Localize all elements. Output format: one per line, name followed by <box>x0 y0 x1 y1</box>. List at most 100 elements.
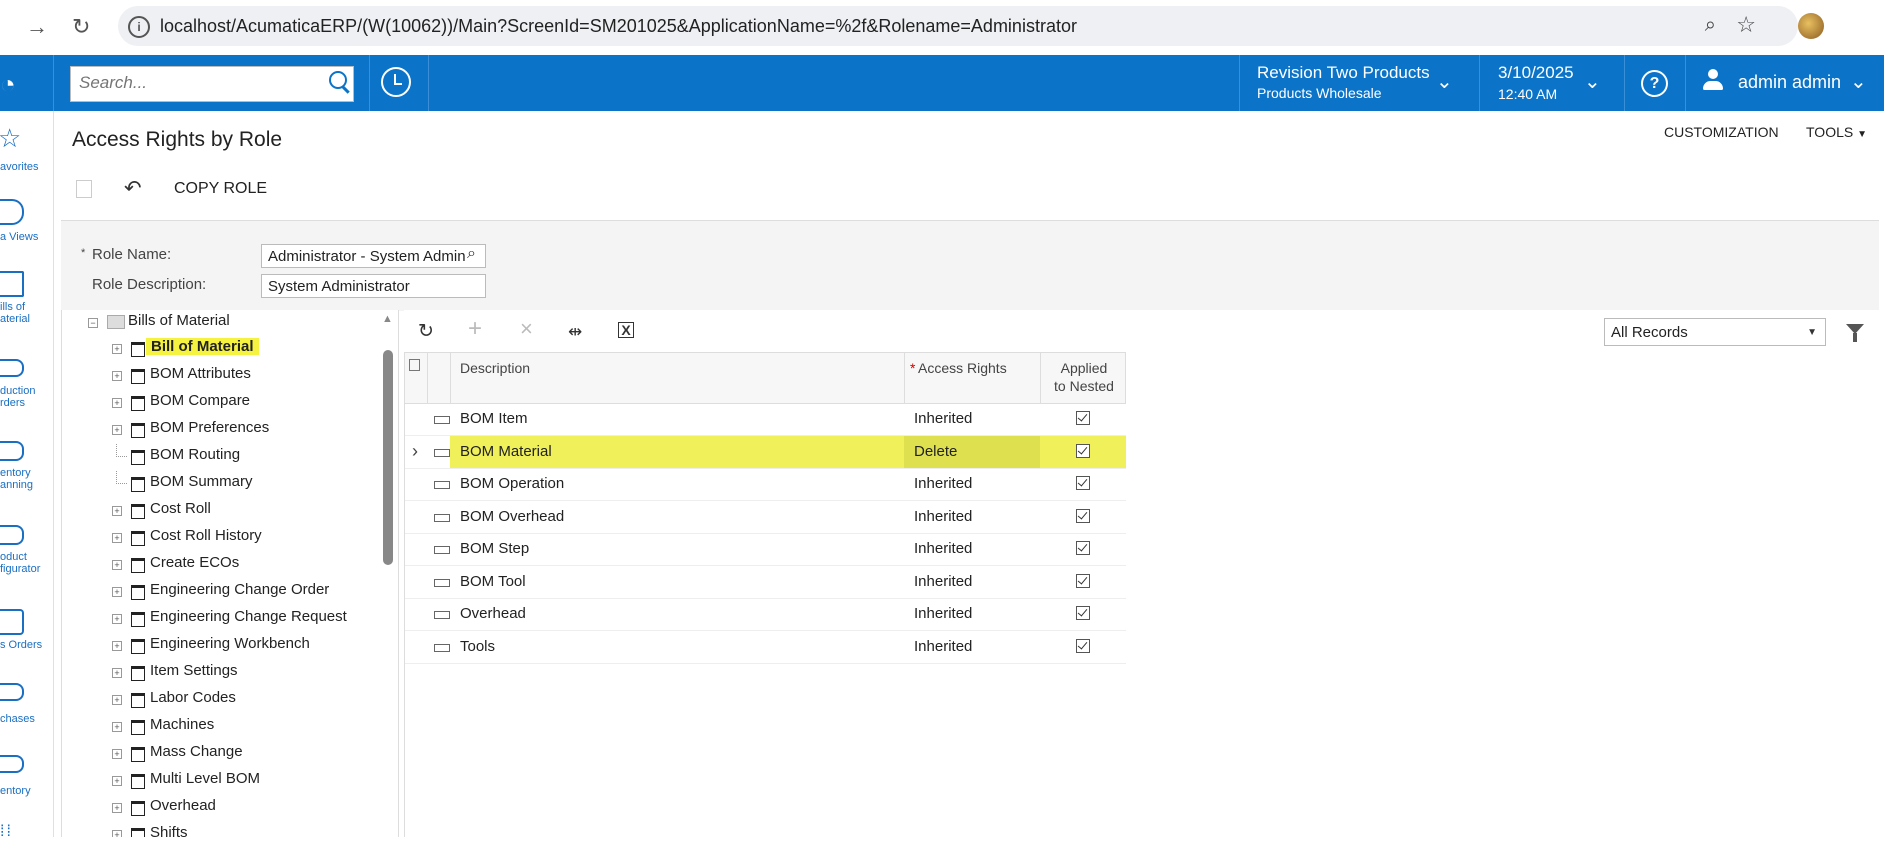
chevron-down-icon[interactable]: ⌄ <box>1584 69 1601 94</box>
tree-item[interactable]: + Engineering Change Request <box>62 606 382 630</box>
chevron-down-icon[interactable]: ⌄ <box>1850 69 1867 94</box>
tree-item[interactable]: + Cost Roll <box>62 498 382 522</box>
scroll-up-icon[interactable]: ▲ <box>382 313 393 325</box>
search-box[interactable] <box>70 66 354 102</box>
table-row[interactable]: BOM Item Inherited <box>404 403 1126 436</box>
expand-icon[interactable]: + <box>112 641 122 651</box>
expand-icon[interactable]: + <box>112 371 122 381</box>
applied-to-nested-cell[interactable] <box>1040 533 1126 565</box>
tree-item[interactable]: + Cost Roll History <box>62 525 382 549</box>
branch-selector[interactable]: Revision Two Products Products Wholesale <box>1257 63 1430 101</box>
tree-item[interactable]: + Engineering Change Order <box>62 579 382 603</box>
expand-icon[interactable]: + <box>112 722 122 732</box>
bookmark-star-icon[interactable]: ☆ <box>1736 12 1756 38</box>
applied-to-nested-cell[interactable] <box>1040 468 1126 500</box>
checkbox-checked-icon[interactable] <box>1076 411 1090 425</box>
tree-item[interactable]: + Engineering Workbench <box>62 633 382 657</box>
applied-to-nested-cell[interactable] <box>1040 435 1126 468</box>
search-icon[interactable] <box>329 71 347 89</box>
access-rights-cell[interactable]: Inherited <box>904 403 1040 435</box>
applied-to-nested-cell[interactable] <box>1040 403 1126 435</box>
search-input[interactable] <box>71 67 317 99</box>
description-cell[interactable]: BOM Step <box>450 533 904 565</box>
checkbox-checked-icon[interactable] <box>1076 606 1090 620</box>
logo-icon[interactable]: ◔ <box>0 69 16 100</box>
table-row[interactable]: Overhead Inherited <box>404 598 1126 631</box>
tree-item[interactable]: + BOM Attributes <box>62 363 382 387</box>
row-menu-icon[interactable] <box>434 448 450 457</box>
row-menu-icon[interactable] <box>434 546 450 554</box>
column-config-icon[interactable] <box>409 359 420 371</box>
table-row[interactable]: BOM Operation Inherited <box>404 468 1126 501</box>
description-cell[interactable]: BOM Overhead <box>450 501 904 533</box>
description-cell[interactable]: Tools <box>450 631 904 663</box>
url-text[interactable]: localhost/AcumaticaERP/(W(10062))/Main?S… <box>160 16 1077 37</box>
tree-item[interactable]: + BOM Preferences <box>62 417 382 441</box>
checkbox-checked-icon[interactable] <box>1076 508 1090 523</box>
filter-icon[interactable] <box>1846 324 1864 342</box>
more-icon[interactable]: ⁞⁞ <box>0 823 13 841</box>
access-rights-cell[interactable]: Inherited <box>904 501 1040 533</box>
expand-icon[interactable]: + <box>112 776 122 786</box>
customization-menu[interactable]: CUSTOMIZATION <box>1664 124 1779 140</box>
expand-icon[interactable]: + <box>112 425 122 435</box>
description-cell[interactable]: BOM Item <box>450 403 904 435</box>
checkbox-checked-icon[interactable] <box>1076 443 1090 458</box>
row-menu-icon[interactable] <box>434 578 450 587</box>
checkbox-checked-icon[interactable] <box>1076 541 1090 555</box>
table-row[interactable]: Tools Inherited <box>404 631 1126 664</box>
tree-item[interactable]: + Mass Change <box>62 741 382 765</box>
table-row[interactable]: BOM Step Inherited <box>404 533 1126 566</box>
column-header-description[interactable]: Description <box>460 360 530 376</box>
access-rights-cell[interactable]: Inherited <box>904 566 1040 598</box>
zoom-icon[interactable]: ⌕ <box>1705 14 1716 37</box>
row-menu-icon[interactable] <box>434 481 450 489</box>
profile-avatar[interactable] <box>1798 13 1824 39</box>
tree-item[interactable]: BOM Summary <box>62 471 382 495</box>
expand-icon[interactable]: + <box>112 506 122 516</box>
delete-row-icon[interactable]: × <box>520 316 533 342</box>
tree-item[interactable]: BOM Routing <box>62 444 382 468</box>
records-filter-select[interactable]: All Records ▼ <box>1604 318 1826 346</box>
expand-icon[interactable]: + <box>112 398 122 408</box>
row-menu-icon[interactable] <box>434 643 450 652</box>
access-rights-cell[interactable]: Inherited <box>904 598 1040 630</box>
expand-icon[interactable]: + <box>112 614 122 624</box>
applied-to-nested-cell[interactable] <box>1040 631 1126 663</box>
column-header-applied[interactable]: Applied <box>1046 360 1122 376</box>
tree-item[interactable]: + Overhead <box>62 795 382 819</box>
expand-icon[interactable]: + <box>112 695 122 705</box>
row-menu-icon[interactable] <box>434 416 450 424</box>
forward-icon[interactable]: → <box>26 14 48 40</box>
undo-icon[interactable]: ↶ <box>124 176 142 201</box>
collapse-icon[interactable]: − <box>88 318 98 328</box>
expand-icon[interactable]: + <box>112 749 122 759</box>
tree-item[interactable]: + Machines <box>62 714 382 738</box>
chevron-down-icon[interactable]: ⌄ <box>1436 69 1453 94</box>
column-header-nested[interactable]: to Nested <box>1046 378 1122 394</box>
expand-icon[interactable]: + <box>112 830 122 837</box>
column-header-access-rights[interactable]: Access Rights <box>918 360 1007 376</box>
refresh-icon[interactable]: ↻ <box>418 320 434 343</box>
applied-to-nested-cell[interactable] <box>1040 501 1126 533</box>
description-cell[interactable]: Overhead <box>450 598 904 630</box>
tools-menu[interactable]: TOOLS ▼ <box>1806 124 1867 140</box>
lookup-search-icon[interactable]: ⌕ <box>467 245 476 263</box>
applied-to-nested-cell[interactable] <box>1040 566 1126 598</box>
role-description-field[interactable]: System Administrator <box>261 274 486 298</box>
access-rights-cell[interactable]: Delete <box>904 435 1040 468</box>
expand-icon[interactable]: + <box>112 803 122 813</box>
site-info-icon[interactable]: i <box>128 16 150 38</box>
add-row-icon[interactable]: + <box>468 315 482 343</box>
user-name[interactable]: admin admin <box>1738 72 1841 93</box>
description-cell[interactable]: BOM Tool <box>450 566 904 598</box>
checkbox-checked-icon[interactable] <box>1076 573 1090 588</box>
history-icon[interactable] <box>381 67 411 97</box>
expand-icon[interactable]: + <box>112 560 122 570</box>
role-name-field[interactable]: Administrator - System Admin <box>261 244 486 268</box>
help-icon[interactable]: ? <box>1641 70 1668 97</box>
tree-item[interactable]: + Bill of Material <box>62 336 382 360</box>
tree-root[interactable]: − Bills of Material <box>62 310 382 334</box>
copy-role-button[interactable]: COPY ROLE <box>174 180 267 198</box>
expand-icon[interactable]: + <box>112 344 122 354</box>
